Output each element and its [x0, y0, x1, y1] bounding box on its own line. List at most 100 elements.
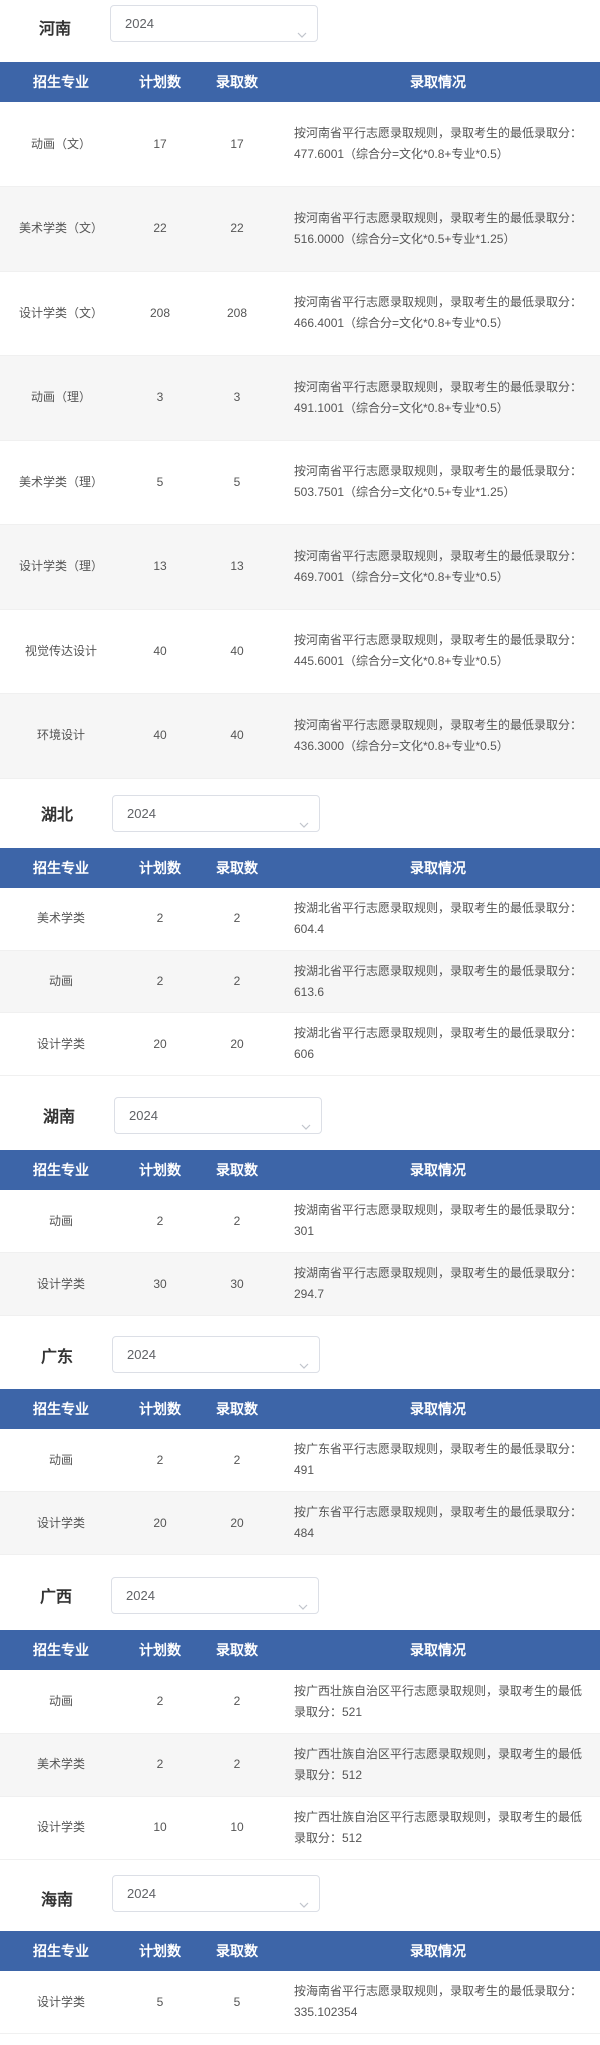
plan-count-cell: 2: [122, 1428, 198, 1493]
table-row: 动画 2 2 按湖南省平行志愿录取规则，录取考生的最低录取分：301: [0, 1190, 600, 1254]
admission-info-cell: 按湖北省平行志愿录取规则，录取考生的最低录取分：613.6: [276, 950, 600, 1014]
table-row: 设计学类 20 20 按广东省平行志愿录取规则，录取考生的最低录取分：484: [0, 1491, 600, 1556]
table-row: 动画 2 2 按广西壮族自治区平行志愿录取规则，录取考生的最低录取分：521: [0, 1670, 600, 1734]
plan-count-cell: 3: [122, 355, 198, 441]
column-header: 招生专业: [0, 1388, 122, 1429]
major-cell: 环境设计: [0, 693, 122, 779]
admission-info-cell: 按广西壮族自治区平行志愿录取规则，录取考生的最低录取分：521: [276, 1670, 600, 1734]
plan-count-cell: 40: [122, 693, 198, 779]
admit-count-cell: 2: [198, 1670, 276, 1734]
admission-info-cell: 按广东省平行志愿录取规则，录取考生的最低录取分：491: [276, 1428, 600, 1493]
plan-count-cell: 2: [122, 887, 198, 951]
plan-count-cell: 20: [122, 1491, 198, 1556]
chevron-down-icon: [298, 1590, 308, 1611]
admit-count-cell: 3: [198, 355, 276, 441]
chevron-down-icon: [297, 18, 307, 38]
admit-count-cell: 208: [198, 271, 276, 356]
admission-table: 招生专业 计划数 录取数 录取情况 动画 2 2 按广东省平行志愿录取规则，录取考生的最低录取…: [0, 1388, 600, 1556]
major-cell: 设计学类（文）: [0, 271, 122, 356]
plan-count-cell: 2: [122, 1733, 198, 1797]
admission-info-cell: 按河南省平行志愿录取规则，录取考生的最低录取分：516.0000（综合分=文化*…: [276, 186, 600, 272]
column-header: 计划数: [122, 1930, 198, 1971]
major-cell: 动画: [0, 1190, 122, 1254]
major-cell: 设计学类: [0, 1796, 122, 1860]
admission-info-cell: 按湖北省平行志愿录取规则，录取考生的最低录取分：606: [276, 1012, 600, 1077]
province-section: 海南 2024 招生专业 计划数 录取数 录取情况 设计学类 5 5 按海南省平行志愿录取规则，录…: [0, 1860, 600, 2035]
year-select[interactable]: 2024: [110, 5, 318, 42]
table-row: 设计学类 10 10 按广西壮族自治区平行志愿录取规则，录取考生的最低录取分：512: [0, 1796, 600, 1860]
major-cell: 设计学类: [0, 1252, 122, 1316]
column-header: 录取数: [198, 1930, 276, 1971]
plan-count-cell: 22: [122, 186, 198, 272]
table-header-row: 招生专业 计划数 录取数 录取情况: [0, 1930, 600, 1971]
admit-count-cell: 40: [198, 693, 276, 779]
plan-count-cell: 2: [122, 1190, 198, 1254]
major-cell: 动画: [0, 1670, 122, 1734]
year-select-value: 2024: [127, 1885, 156, 1901]
major-cell: 美术学类（文）: [0, 186, 122, 272]
major-cell: 美术学类（理）: [0, 440, 122, 525]
plan-count-cell: 2: [122, 950, 198, 1014]
admit-count-cell: 5: [198, 1970, 276, 2035]
column-header: 计划数: [122, 847, 198, 888]
province-name: 海南: [40, 1891, 73, 1909]
admission-info-cell: 按河南省平行志愿录取规则，录取考生的最低录取分：469.7001（综合分=文化*…: [276, 524, 600, 610]
chevron-down-icon: [299, 808, 309, 828]
table-row: 设计学类 20 20 按湖北省平行志愿录取规则，录取考生的最低录取分：606: [0, 1012, 600, 1077]
year-select[interactable]: 2024: [112, 1335, 320, 1373]
admit-count-cell: 2: [198, 950, 276, 1014]
plan-count-cell: 10: [122, 1796, 198, 1860]
column-header: 招生专业: [0, 1930, 122, 1971]
chevron-down-icon: [301, 1110, 311, 1130]
year-select[interactable]: 2024: [111, 1577, 319, 1615]
major-cell: 美术学类: [0, 887, 122, 951]
column-header: 招生专业: [0, 847, 122, 888]
column-header: 录取情况: [276, 1630, 600, 1671]
year-select[interactable]: 2024: [112, 794, 320, 832]
admit-count-cell: 30: [198, 1252, 276, 1316]
admit-count-cell: 2: [198, 887, 276, 951]
province-section: 湖南 2024 招生专业 计划数 录取数 录取情况 动画 2 2 按湖南省平行志愿录取规则，录取考…: [0, 1076, 600, 1316]
table-row: 美术学类 2 2 按湖北省平行志愿录取规则，录取考生的最低录取分：604.4: [0, 887, 600, 951]
admission-table: 招生专业 计划数 录取数 录取情况 动画 2 2 按广西壮族自治区平行志愿录取规则，录取考生的…: [0, 1630, 600, 1860]
major-cell: 动画（理）: [0, 355, 122, 441]
year-select-value: 2024: [127, 1346, 156, 1362]
column-header: 招生专业: [0, 1630, 122, 1671]
province-section: 广东 2024 招生专业 计划数 录取数 录取情况 动画 2 2 按广东省平行志愿录取规则，录取考…: [0, 1316, 600, 1556]
column-header: 录取数: [198, 1150, 276, 1191]
table-row: 动画 2 2 按湖北省平行志愿录取规则，录取考生的最低录取分：613.6: [0, 950, 600, 1014]
province-header: 广西 2024: [0, 1555, 600, 1630]
admission-info-cell: 按广东省平行志愿录取规则，录取考生的最低录取分：484: [276, 1491, 600, 1556]
table-row: 环境设计 40 40 按河南省平行志愿录取规则，录取考生的最低录取分：436.3000…: [0, 693, 600, 779]
province-header: 湖北 2024: [0, 779, 600, 848]
year-select-value: 2024: [125, 16, 154, 31]
province-name: 湖北: [40, 806, 73, 824]
column-header: 录取情况: [276, 62, 600, 102]
column-header: 计划数: [122, 1388, 198, 1429]
plan-count-cell: 17: [122, 102, 198, 187]
table-row: 动画（理） 3 3 按河南省平行志愿录取规则，录取考生的最低录取分：491.1001（…: [0, 355, 600, 441]
table-header-row: 招生专业 计划数 录取数 录取情况: [0, 1150, 600, 1191]
major-cell: 设计学类: [0, 1491, 122, 1556]
plan-count-cell: 2: [122, 1670, 198, 1734]
admission-info-cell: 按湖南省平行志愿录取规则，录取考生的最低录取分：294.7: [276, 1252, 600, 1316]
major-cell: 设计学类: [0, 1970, 122, 2035]
plan-count-cell: 208: [122, 271, 198, 356]
province-name: 河南: [38, 21, 71, 38]
plan-count-cell: 13: [122, 524, 198, 610]
major-cell: 美术学类: [0, 1733, 122, 1797]
admission-page: 河南 2024 招生专业 计划数 录取数 录取情况 动画（文） 17 17 按河南省平行志愿录取规…: [0, 0, 600, 2035]
admission-info-cell: 按广西壮族自治区平行志愿录取规则，录取考生的最低录取分：512: [276, 1796, 600, 1860]
admission-info-cell: 按海南省平行志愿录取规则，录取考生的最低录取分：335.102354: [276, 1970, 600, 2035]
year-select[interactable]: 2024: [112, 1874, 320, 1912]
year-select[interactable]: 2024: [114, 1097, 322, 1135]
column-header: 招生专业: [0, 1150, 122, 1191]
plan-count-cell: 20: [122, 1012, 198, 1077]
table-header-row: 招生专业 计划数 录取数 录取情况: [0, 1630, 600, 1671]
plan-count-cell: 40: [122, 609, 198, 694]
province-section: 河南 2024 招生专业 计划数 录取数 录取情况 动画（文） 17 17 按河南省平行志愿录取规…: [0, 0, 600, 779]
admission-info-cell: 按河南省平行志愿录取规则，录取考生的最低录取分：477.6001（综合分=文化*…: [276, 102, 600, 187]
column-header: 计划数: [122, 1150, 198, 1191]
table-header-row: 招生专业 计划数 录取数 录取情况: [0, 1388, 600, 1429]
province-header: 广东 2024: [0, 1316, 600, 1389]
